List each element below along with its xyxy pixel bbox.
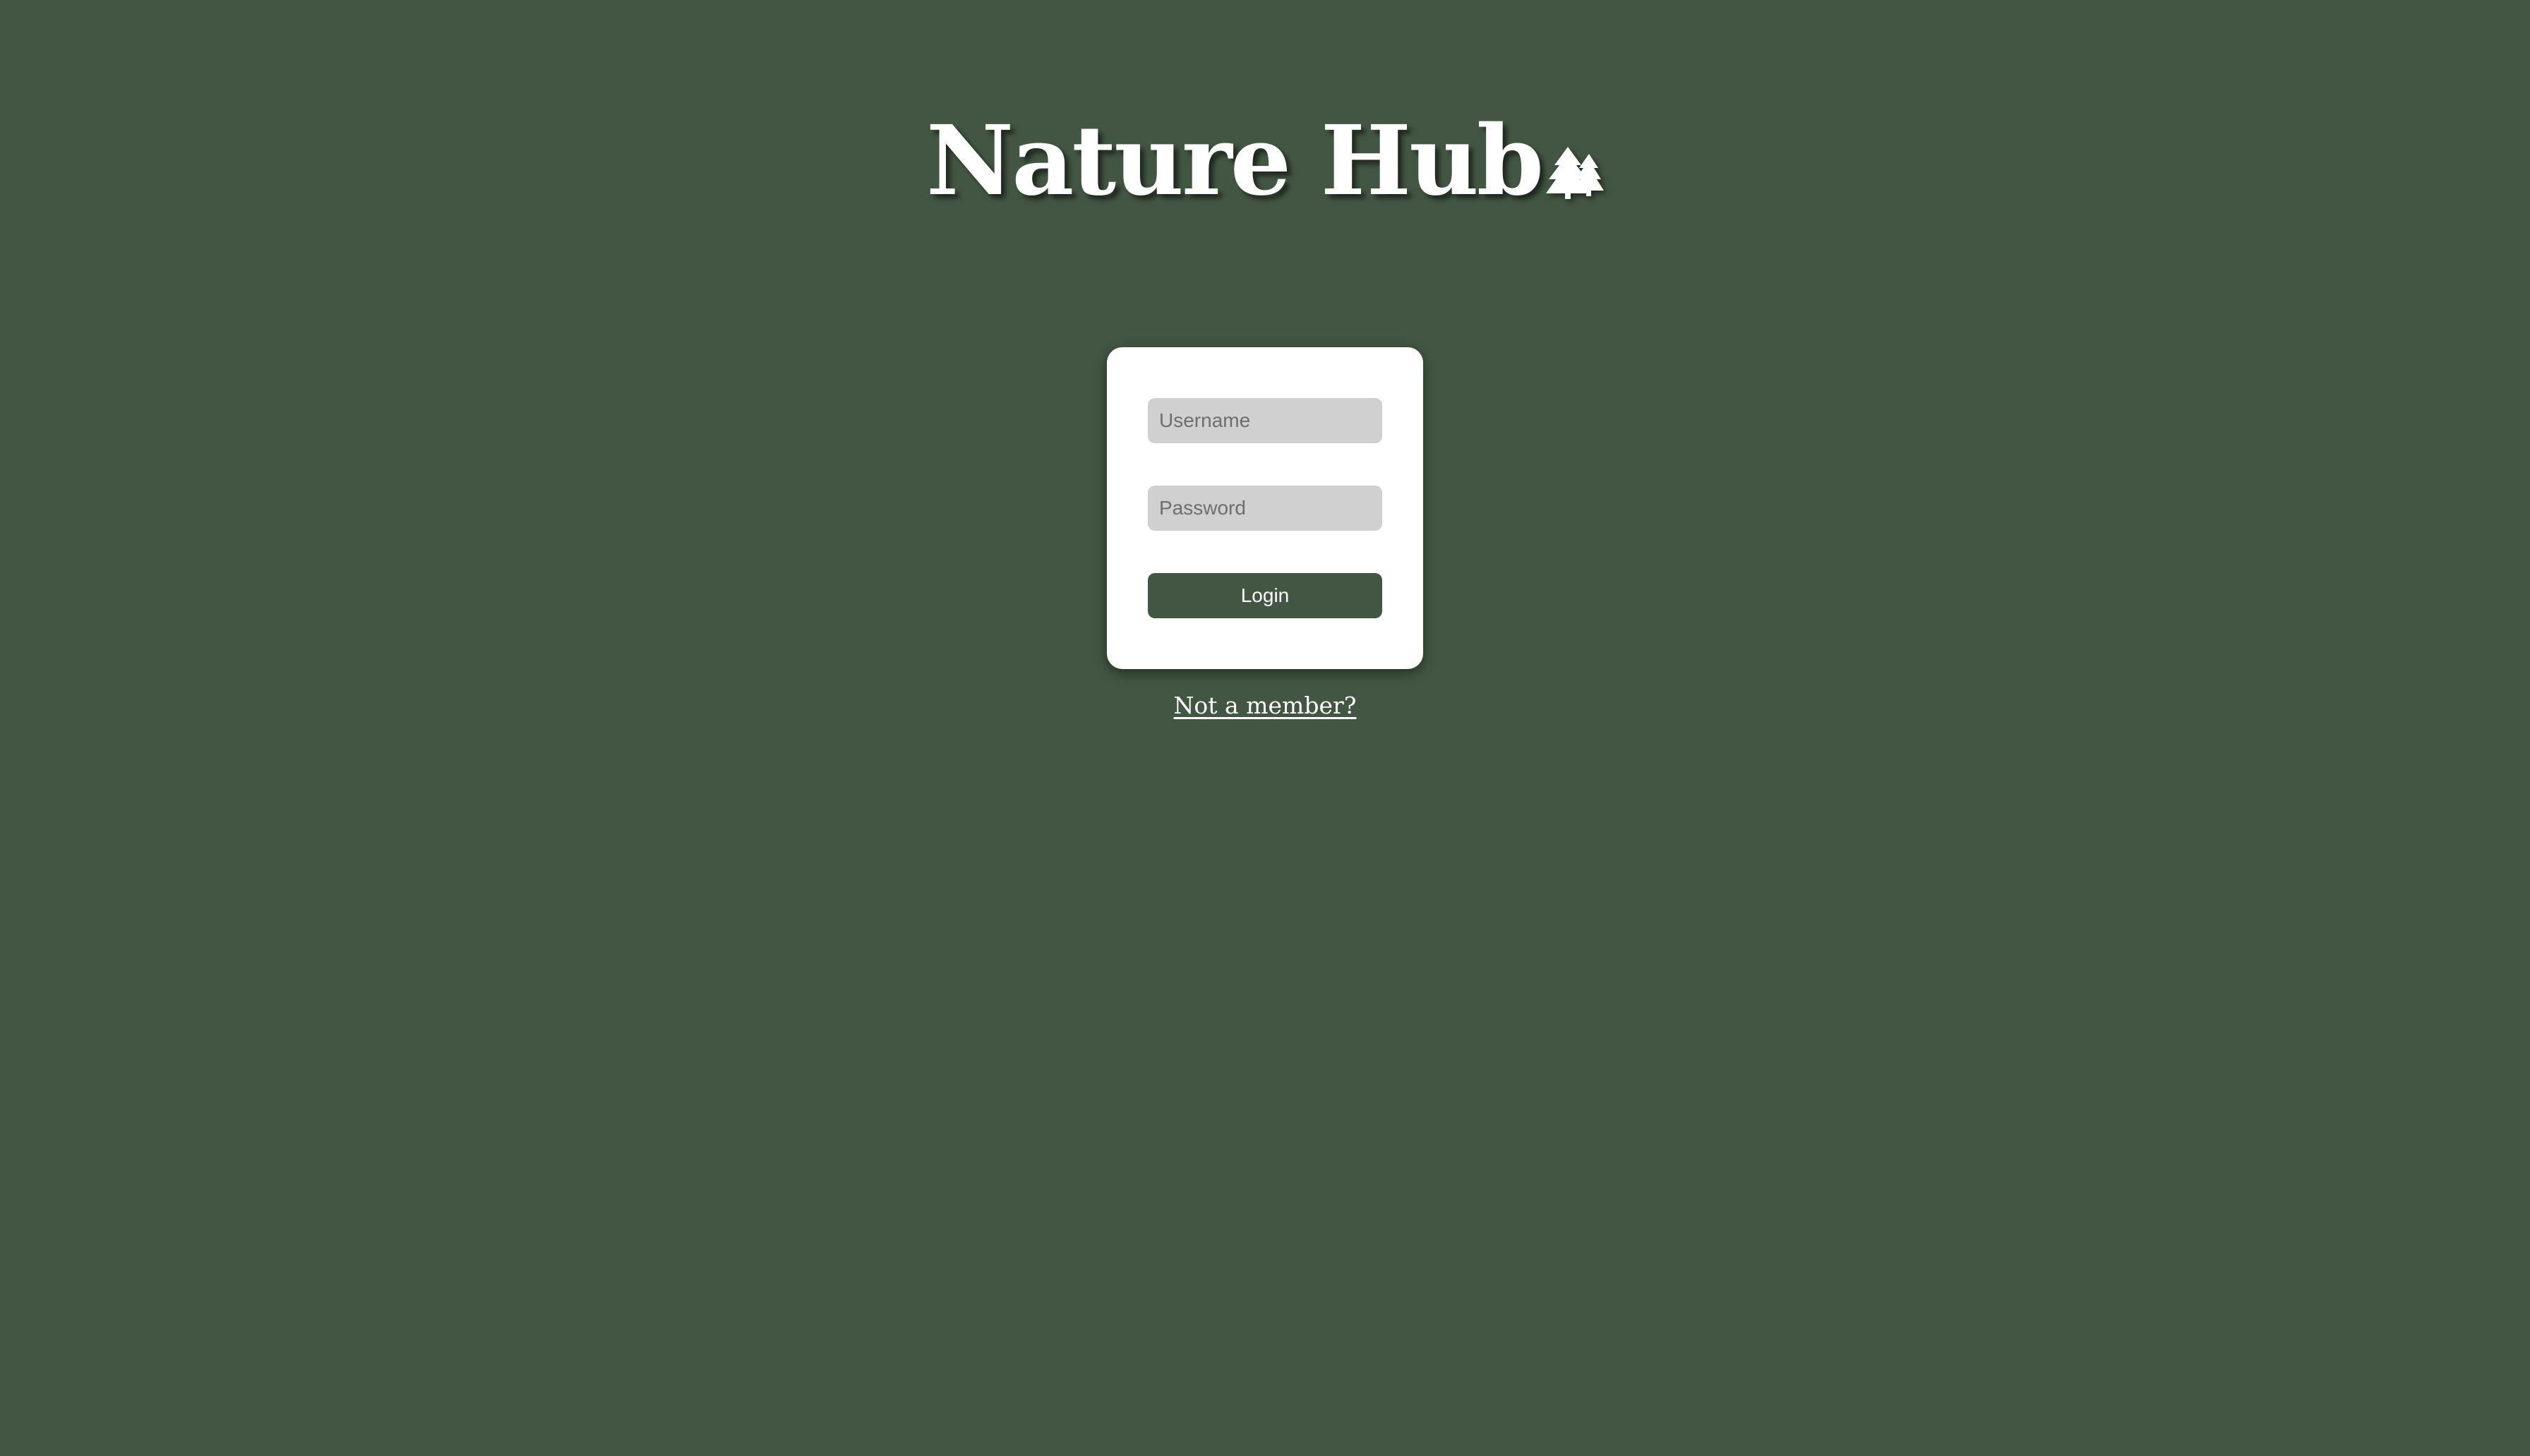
- page-header: Nature Hub: [0, 104, 2530, 217]
- signup-prompt: Not a member?: [0, 690, 2530, 721]
- password-input[interactable]: [1148, 486, 1382, 531]
- username-input[interactable]: [1148, 398, 1382, 443]
- site-title: Nature Hub: [925, 104, 1544, 217]
- login-button[interactable]: Login: [1148, 573, 1382, 618]
- brand-logo: Nature Hub: [925, 104, 1605, 217]
- trees-icon: [1546, 147, 1605, 199]
- not-a-member-link[interactable]: Not a member?: [1174, 692, 1357, 719]
- login-card: Login: [1107, 347, 1423, 669]
